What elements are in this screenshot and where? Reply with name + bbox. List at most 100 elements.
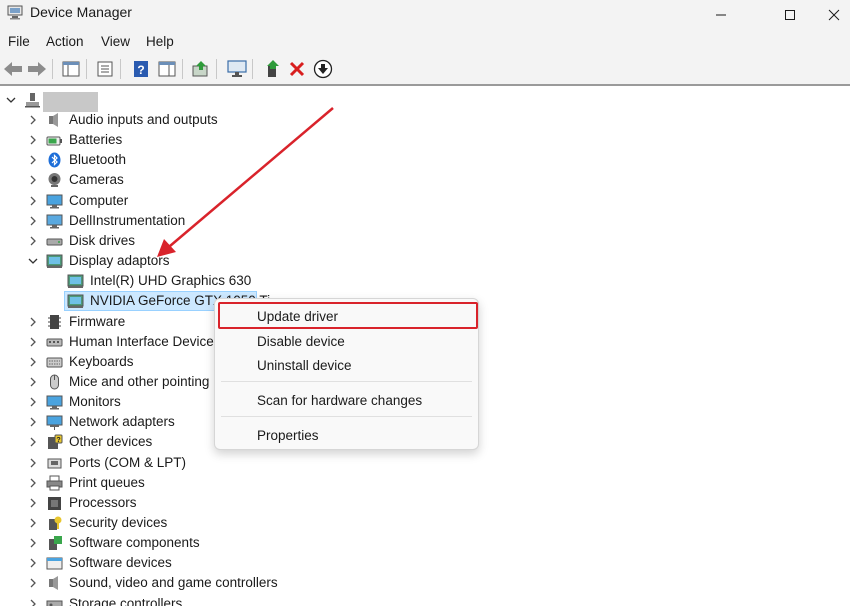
chevron-right-icon[interactable] — [28, 134, 38, 146]
tree-item-dellinstrumentation[interactable]: DellInstrumentation — [0, 211, 300, 231]
tree-item-security-devices[interactable]: Security devices — [0, 513, 300, 533]
tree-item-computer[interactable]: Computer — [0, 191, 300, 211]
show-hide-console-tree-button[interactable] — [60, 58, 82, 80]
firmware-icon — [46, 314, 63, 330]
chevron-right-icon[interactable] — [28, 316, 38, 328]
maximize-button[interactable] — [767, 0, 813, 29]
camera-icon — [46, 172, 63, 188]
tree-item-display-adaptors[interactable]: Display adaptors — [0, 251, 300, 271]
tree-item-print-queues[interactable]: Print queues — [0, 473, 300, 493]
menu-uninstall-device[interactable]: Uninstall device — [257, 358, 352, 373]
chevron-right-icon[interactable] — [28, 336, 38, 348]
chevron-right-icon[interactable] — [28, 436, 38, 448]
maximize-icon — [784, 9, 796, 21]
chevron-right-icon[interactable] — [28, 396, 38, 408]
printer-icon — [46, 475, 63, 491]
processor-icon — [46, 495, 63, 511]
chevron-down-icon[interactable] — [6, 94, 16, 106]
menu-separator — [221, 381, 472, 382]
menu-help[interactable]: Help — [146, 34, 174, 49]
tree-item-label: Computer — [69, 193, 128, 208]
tree-item-label: Mice and other pointing — [69, 374, 209, 389]
properties-button[interactable] — [94, 58, 116, 80]
help-button[interactable]: ? — [130, 58, 152, 80]
tree-item-software-devices[interactable]: Software devices — [0, 553, 300, 573]
computer-name — [43, 92, 98, 112]
update-driver-icon — [191, 60, 211, 78]
chevron-right-icon[interactable] — [28, 457, 38, 469]
chevron-right-icon[interactable] — [28, 235, 38, 247]
tree-item-label: Display adaptors — [69, 253, 170, 268]
tree-item-label: Ports (COM & LPT) — [69, 455, 186, 470]
tree-item-ports-com-lpt[interactable]: Ports (COM & LPT) — [0, 453, 300, 473]
close-icon — [828, 9, 840, 21]
action-pane-icon — [158, 61, 176, 77]
help-icon: ? — [132, 60, 150, 78]
chevron-right-icon[interactable] — [28, 154, 38, 166]
keyboard-icon — [46, 354, 63, 370]
tree-item-cameras[interactable]: Cameras — [0, 170, 300, 190]
minimize-button[interactable] — [698, 0, 744, 29]
tree-item-label: Intel(R) UHD Graphics 630 — [90, 273, 251, 288]
hid-icon — [46, 334, 63, 350]
toolbar-separator — [52, 59, 53, 79]
tree-item-label: Batteries — [69, 132, 122, 147]
toolbar-separator — [216, 59, 217, 79]
sound-controller-icon — [46, 575, 63, 591]
toolbar: ? — [0, 54, 850, 86]
uninstall-device-button[interactable] — [286, 58, 308, 80]
update-driver-button[interactable] — [190, 58, 212, 80]
chevron-right-icon[interactable] — [28, 497, 38, 509]
tree-root[interactable] — [0, 90, 300, 110]
menu-disable-device[interactable]: Disable device — [257, 334, 345, 349]
tree-item-software-components[interactable]: Software components — [0, 533, 300, 553]
minimize-icon — [715, 9, 727, 21]
monitor-icon — [46, 394, 63, 410]
menu-action[interactable]: Action — [46, 34, 84, 49]
chevron-right-icon[interactable] — [28, 557, 38, 569]
scan-hardware-button[interactable] — [226, 58, 248, 80]
chevron-right-icon[interactable] — [28, 598, 38, 606]
tree-item-disk-drives[interactable]: Disk drives — [0, 231, 300, 251]
tree-item-label: Bluetooth — [69, 152, 126, 167]
tree-item-audio-inputs-and-outputs[interactable]: Audio inputs and outputs — [0, 110, 300, 130]
tree-item-storage-controllers[interactable]: Storage controllers — [0, 594, 300, 606]
forward-button[interactable] — [26, 58, 48, 80]
tree-item-processors[interactable]: Processors — [0, 493, 300, 513]
menu-file[interactable]: File — [8, 34, 30, 49]
enable-device-button[interactable] — [262, 58, 284, 80]
context-menu: Update driver Disable device Uninstall d… — [214, 298, 479, 450]
chevron-right-icon[interactable] — [28, 537, 38, 549]
back-icon — [3, 61, 23, 77]
chevron-right-icon[interactable] — [28, 477, 38, 489]
disable-device-button[interactable] — [312, 58, 334, 80]
window-title: Device Manager — [30, 4, 132, 20]
tree-item-intel-r-uhd-graphics-630[interactable]: Intel(R) UHD Graphics 630 — [0, 271, 300, 291]
tree-item-batteries[interactable]: Batteries — [0, 130, 300, 150]
svg-text:?: ? — [137, 63, 144, 77]
chevron-right-icon[interactable] — [28, 356, 38, 368]
tree-item-bluetooth[interactable]: Bluetooth — [0, 150, 300, 170]
chevron-right-icon[interactable] — [28, 215, 38, 227]
action-pane-button[interactable] — [156, 58, 178, 80]
menu-scan-hardware[interactable]: Scan for hardware changes — [257, 393, 422, 408]
chevron-right-icon[interactable] — [28, 174, 38, 186]
tree-item-sound-video-and-game-controllers[interactable]: Sound, video and game controllers — [0, 573, 300, 593]
menu-view[interactable]: View — [101, 34, 130, 49]
disk-drive-icon — [46, 233, 63, 249]
chevron-right-icon[interactable] — [28, 577, 38, 589]
chevron-down-icon[interactable] — [28, 255, 38, 267]
menu-update-driver[interactable]: Update driver — [257, 309, 338, 324]
tree-item-label: Disk drives — [69, 233, 135, 248]
chevron-right-icon[interactable] — [28, 517, 38, 529]
chevron-right-icon[interactable] — [28, 416, 38, 428]
uninstall-device-icon — [288, 60, 306, 78]
properties-icon — [96, 61, 114, 77]
toolbar-separator — [120, 59, 121, 79]
close-button[interactable] — [817, 0, 850, 29]
chevron-right-icon[interactable] — [28, 114, 38, 126]
chevron-right-icon[interactable] — [28, 376, 38, 388]
menu-properties[interactable]: Properties — [257, 428, 319, 443]
chevron-right-icon[interactable] — [28, 195, 38, 207]
back-button[interactable] — [2, 58, 24, 80]
